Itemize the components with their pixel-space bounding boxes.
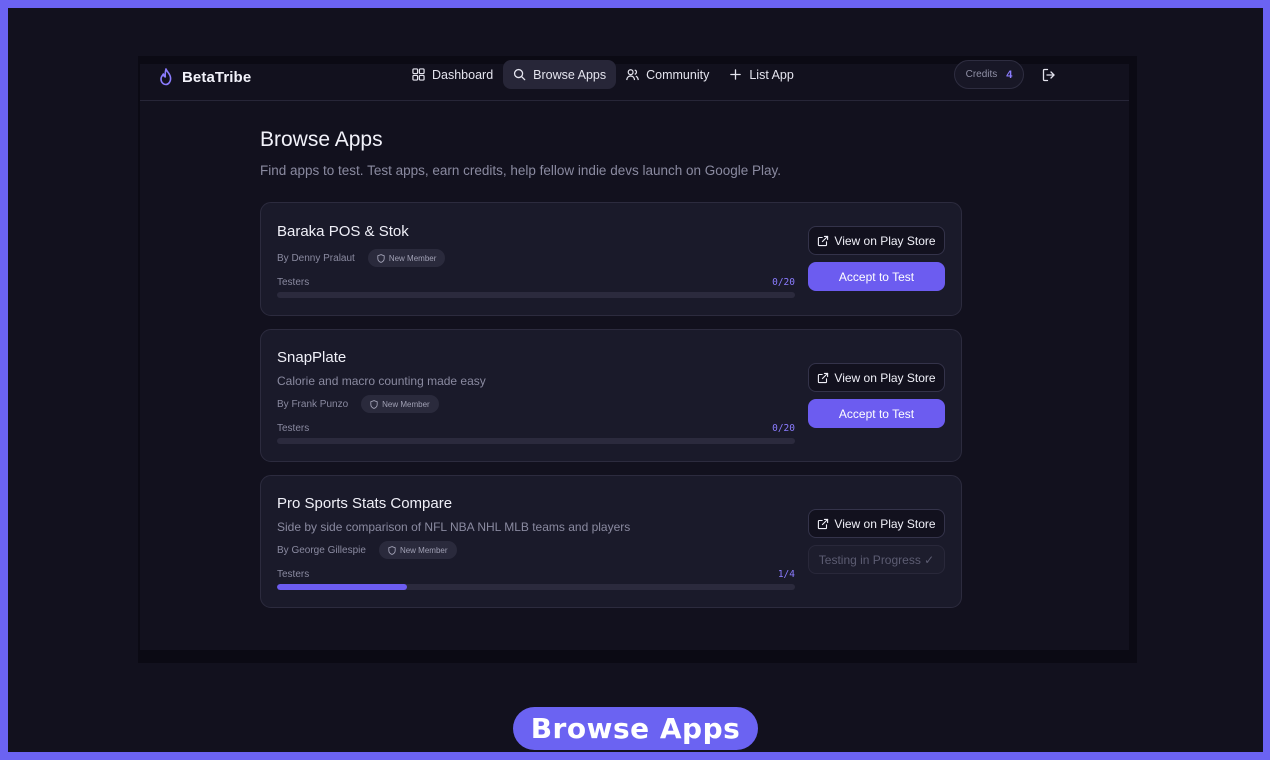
member-badge: New Member — [378, 541, 457, 559]
brand-name: BetaTribe — [182, 68, 252, 86]
view-on-play-store-label: View on Play Store — [834, 516, 936, 531]
testing-in-progress-status: Testing in Progress ✓ — [808, 545, 945, 574]
testers-progress-bar — [277, 292, 795, 298]
testers-count: 0/20 — [772, 277, 795, 288]
top-navigation-bar: BetaTribe Dashboard Browse Apps Communit… — [140, 60, 1129, 101]
nav-list-app[interactable]: List App — [719, 60, 803, 89]
app-description: Calorie and macro counting made easy — [277, 374, 486, 388]
logout-button[interactable] — [1040, 66, 1058, 84]
member-badge-label: New Member — [382, 399, 430, 409]
app-meta: By Frank Punzo New Member — [277, 395, 439, 413]
external-link-icon — [818, 518, 829, 529]
flame-icon — [160, 68, 172, 86]
credits-label: Credits — [965, 69, 998, 80]
testers-progress-bar — [277, 438, 795, 444]
app-meta: By George Gillespie New Member — [277, 541, 457, 559]
app-title: Pro Sports Stats Compare — [277, 495, 453, 512]
search-icon — [514, 68, 526, 81]
nav-dashboard-label: Dashboard — [432, 67, 494, 82]
nav-browse-apps-label: Browse Apps — [533, 67, 607, 82]
shield-icon — [388, 545, 396, 555]
nav-community[interactable]: Community — [616, 60, 719, 89]
app-card: Pro Sports Stats Compare Side by side co… — [260, 475, 962, 608]
view-on-play-store-label: View on Play Store — [834, 370, 936, 385]
nav-browse-apps[interactable]: Browse Apps — [503, 60, 617, 89]
logout-icon — [1042, 68, 1055, 82]
testers-progress-fill — [277, 584, 407, 590]
nav-list-app-label: List App — [749, 67, 794, 82]
accept-to-test-button[interactable]: Accept to Test — [808, 262, 945, 291]
member-badge-label: New Member — [388, 253, 437, 263]
nav-dashboard[interactable]: Dashboard — [402, 60, 503, 89]
external-link-icon — [818, 372, 829, 383]
member-badge-label: New Member — [399, 545, 448, 555]
shield-icon — [377, 253, 385, 263]
testers-label: Testers — [277, 569, 310, 580]
users-icon — [626, 69, 639, 81]
testers-label: Testers — [277, 423, 310, 434]
app-root: BetaTribe Dashboard Browse Apps Communit… — [140, 60, 1129, 650]
testers-count: 1/4 — [777, 569, 795, 580]
app-card: Baraka POS & Stok By Denny Pralaut New M… — [260, 202, 962, 316]
shield-icon — [370, 399, 378, 409]
nav-community-label: Community — [646, 67, 710, 82]
view-on-play-store-label: View on Play Store — [834, 233, 936, 248]
testers-progress-bar — [277, 584, 795, 590]
view-on-play-store-button[interactable]: View on Play Store — [808, 509, 945, 538]
credits-pill[interactable]: Credits 4 — [954, 60, 1024, 89]
app-title: SnapPlate — [277, 349, 347, 366]
view-on-play-store-button[interactable]: View on Play Store — [808, 363, 945, 392]
external-link-icon — [818, 235, 829, 246]
main-nav: Dashboard Browse Apps Community List App — [402, 60, 804, 89]
member-badge: New Member — [367, 249, 446, 267]
member-badge: New Member — [361, 395, 439, 413]
app-title: Baraka POS & Stok — [277, 223, 409, 240]
page-subtitle: Find apps to test. Test apps, earn credi… — [260, 163, 782, 178]
view-on-play-store-button[interactable]: View on Play Store — [808, 226, 945, 255]
credits-value: 4 — [1006, 68, 1013, 81]
caption-label: Browse Apps — [513, 707, 758, 750]
plus-icon — [730, 69, 742, 80]
app-card: SnapPlate Calorie and macro counting mad… — [260, 329, 962, 462]
brand-logo[interactable]: BetaTribe — [158, 66, 251, 88]
app-author: By Denny Pralaut — [277, 252, 355, 264]
app-author: By George Gillespie — [277, 544, 366, 556]
testers-count: 0/20 — [772, 423, 795, 434]
app-author: By Frank Punzo — [277, 398, 349, 410]
page-title: Browse Apps — [260, 128, 383, 151]
grid-icon — [412, 68, 425, 81]
testers-label: Testers — [277, 277, 310, 288]
app-meta: By Denny Pralaut New Member — [277, 249, 446, 267]
app-description: Side by side comparison of NFL NBA NHL M… — [277, 520, 631, 534]
accept-to-test-button[interactable]: Accept to Test — [808, 399, 945, 428]
